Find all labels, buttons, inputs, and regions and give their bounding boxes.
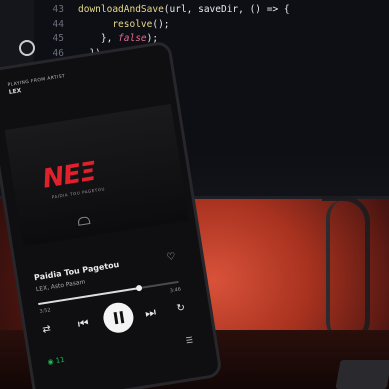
pause-button[interactable] (101, 300, 136, 335)
line-number: 44 (52, 18, 64, 30)
now-playing-header: PLAYING FROM ARTIST LEX (7, 74, 66, 96)
repeat-icon[interactable]: ↻ (176, 302, 186, 314)
shuffle-icon[interactable]: ⇄ (42, 324, 52, 336)
code-line: 44 resolve(); (38, 18, 170, 33)
monitor-stand-inner (326, 200, 344, 340)
device-label: 11 (55, 355, 66, 365)
code-token: false (118, 33, 147, 44)
album-emblem-icon (77, 216, 91, 226)
photo-scene: 43 downloadAndSave(url, saveDir, () => {4… (0, 0, 389, 389)
code-token: }, (78, 33, 119, 44)
heart-icon[interactable]: ♡ (166, 251, 177, 263)
progress-knob[interactable] (135, 284, 143, 292)
code-line: 43 downloadAndSave(url, saveDir, () => { (38, 3, 290, 18)
line-number: 45 (52, 33, 64, 44)
desk-object (335, 360, 389, 389)
queue-icon[interactable]: ☰ (185, 335, 193, 345)
pause-icon (113, 310, 125, 325)
code-token: downloadAndSave (78, 4, 164, 15)
account-icon[interactable] (19, 40, 35, 56)
code-token: (url, saveDir, () => { (163, 4, 290, 15)
connect-device-icon[interactable]: ◉ 11 (47, 356, 65, 367)
code-token: (); (152, 18, 170, 30)
next-icon[interactable]: ⏭ (144, 305, 157, 322)
previous-icon[interactable]: ⏮ (77, 316, 90, 333)
album-art: NEΞ PAIDIA TOU PAGETOU (4, 103, 190, 247)
time-total: 3:46 (169, 286, 182, 295)
line-number: 43 (52, 4, 64, 15)
code-token: resolve (78, 18, 153, 30)
time-elapsed: 3:52 (39, 307, 52, 315)
